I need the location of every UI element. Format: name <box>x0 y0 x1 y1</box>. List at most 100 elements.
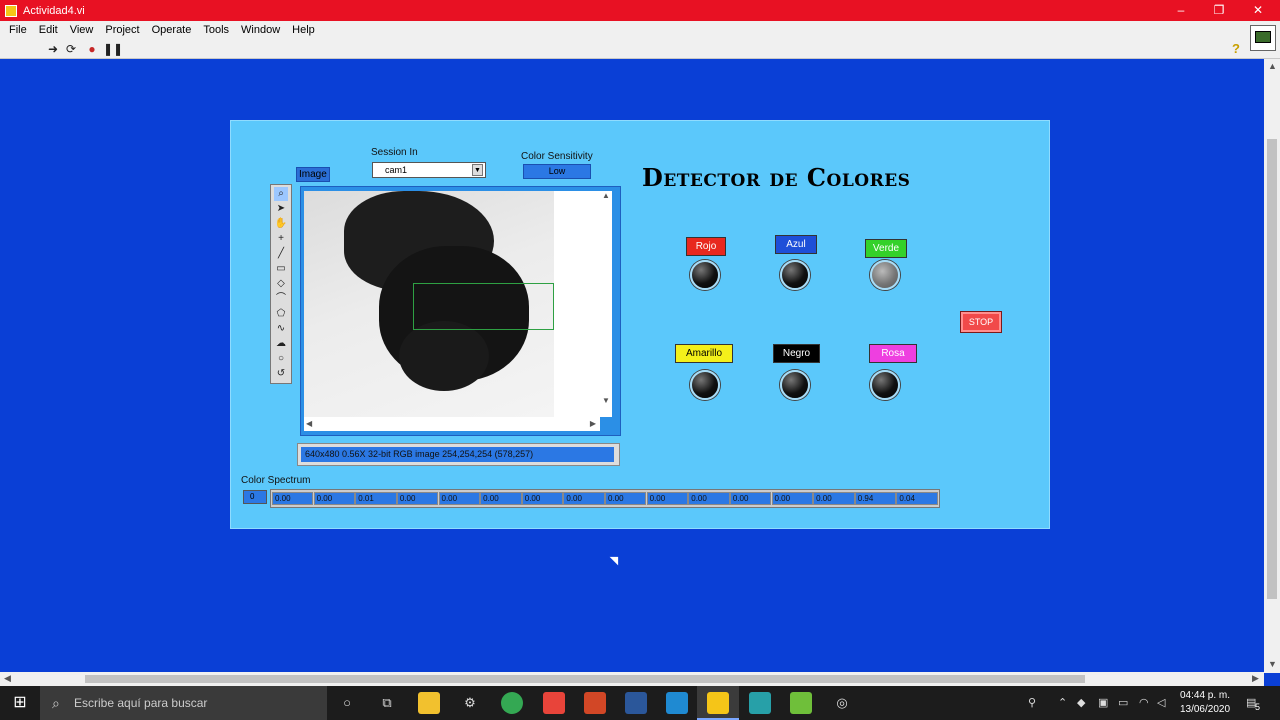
zoom-tool-icon[interactable]: ⌕ <box>274 187 288 201</box>
stop-button[interactable]: STOP <box>960 311 1002 333</box>
vscode-icon[interactable] <box>666 692 688 714</box>
image-display[interactable]: ▲ ▼ ◀ ▶ <box>300 186 621 436</box>
menu-tools[interactable]: Tools <box>197 24 235 36</box>
vertical-scroll-thumb[interactable] <box>1267 139 1277 599</box>
polygon-tool-icon[interactable]: ⬠ <box>274 307 288 321</box>
dropbox-icon[interactable]: ◆ <box>1077 686 1085 720</box>
menu-operate[interactable]: Operate <box>146 24 198 36</box>
chevron-left-icon[interactable]: ◀ <box>306 419 312 428</box>
array-index[interactable]: 0 <box>243 490 267 504</box>
spectrum-cell: 0.00 <box>521 492 564 505</box>
pause-icon[interactable]: ❚❚ <box>103 42 123 56</box>
scroll-up-icon[interactable]: ▲ <box>1268 61 1277 71</box>
oval-tool-icon[interactable]: ○ <box>274 352 288 366</box>
settings-gear-icon[interactable]: ⚙ <box>450 686 490 720</box>
android-studio-icon[interactable] <box>790 692 812 714</box>
image-tool-palette: ⌕ ➤ ✋ + ╱ ▭ ◇ ⌒ ⬠ ∿ ☁ ○ ↺ <box>270 184 292 384</box>
scroll-down-icon[interactable]: ▼ <box>1268 659 1277 669</box>
rojo-label: Rojo <box>686 237 726 256</box>
image-vertical-scrollbar[interactable]: ▲ ▼ <box>600 191 612 417</box>
app-icon[interactable] <box>749 692 771 714</box>
menu-window[interactable]: Window <box>235 24 286 36</box>
chevron-down-icon[interactable]: ▼ <box>600 396 612 405</box>
wifi-icon[interactable]: ◠ <box>1139 686 1149 720</box>
menu-edit[interactable]: Edit <box>33 24 64 36</box>
roi-rectangle[interactable] <box>413 283 554 330</box>
spectrum-cell: 0.00 <box>480 492 522 505</box>
session-in-label: Session In <box>371 147 418 158</box>
amarillo-label: Amarillo <box>675 344 733 363</box>
session-in-value: cam1 <box>385 165 408 175</box>
chevron-right-icon[interactable]: ▶ <box>590 419 596 428</box>
battery-icon[interactable]: ▭ <box>1118 686 1128 720</box>
spectrum-cell: 0.00 <box>813 492 855 505</box>
volume-icon[interactable]: ◁ <box>1157 686 1165 720</box>
menu-file[interactable]: File <box>3 24 33 36</box>
abort-icon[interactable]: ● <box>85 42 99 56</box>
annulus-tool-icon[interactable]: ⌒ <box>274 292 288 306</box>
labview-taskbar-item[interactable] <box>697 686 739 720</box>
session-in-select[interactable]: cam1 ▼ <box>372 162 486 178</box>
rectangle-tool-icon[interactable]: ▭ <box>274 262 288 276</box>
run-arrow-icon[interactable]: ➜ <box>46 42 60 56</box>
scroll-right-icon[interactable]: ▶ <box>1252 673 1259 684</box>
clock-date: 13/06/2020 <box>1179 704 1231 715</box>
point-tool-icon[interactable]: + <box>274 232 288 246</box>
spectrum-cell: 0.00 <box>563 492 605 505</box>
labview-icon <box>707 692 729 714</box>
vertical-scrollbar[interactable]: ▲ ▼ <box>1264 59 1280 673</box>
rojo-led <box>690 260 720 290</box>
spectrum-cell: 0.00 <box>272 492 314 505</box>
taskbar-search-input[interactable]: ⌕ Escribe aquí para buscar <box>40 686 327 720</box>
spectrum-cell: 0.00 <box>438 492 480 505</box>
word-icon[interactable] <box>625 692 647 714</box>
minimize-button[interactable]: – <box>1161 0 1201 21</box>
spectrum-cell: 0.94 <box>854 492 897 505</box>
menu-project[interactable]: Project <box>99 24 145 36</box>
spectrum-cell: 0.00 <box>313 492 356 505</box>
vi-connector-icon[interactable] <box>1250 25 1276 51</box>
color-sensitivity-ring[interactable]: Low <box>523 164 591 179</box>
chrome-icon[interactable] <box>501 692 523 714</box>
search-placeholder: Escribe aquí para buscar <box>74 696 208 710</box>
tray-app-icon[interactable]: ▣ <box>1098 686 1108 720</box>
obs-icon[interactable]: ◎ <box>822 686 862 720</box>
restore-button[interactable]: ❐ <box>1199 0 1239 21</box>
rosa-label: Rosa <box>869 344 917 363</box>
app-icon[interactable] <box>543 692 565 714</box>
people-icon[interactable]: ⚲ <box>1028 686 1036 720</box>
spectrum-cell: 0.00 <box>771 492 813 505</box>
freehand-line-tool-icon[interactable]: ∿ <box>274 322 288 336</box>
menu-help[interactable]: Help <box>286 24 321 36</box>
rotated-rectangle-tool-icon[interactable]: ◇ <box>274 277 288 291</box>
cortana-icon[interactable]: ○ <box>327 686 367 720</box>
powerpoint-icon[interactable] <box>584 692 606 714</box>
close-button[interactable]: ✕ <box>1238 0 1278 21</box>
image-horizontal-scrollbar[interactable]: ◀ ▶ <box>304 417 600 431</box>
image-info-text: 640x480 0.56X 32-bit RGB image 254,254,2… <box>301 447 614 462</box>
freehand-region-tool-icon[interactable]: ☁ <box>274 337 288 351</box>
pointer-tool-icon[interactable]: ➤ <box>274 202 288 216</box>
file-explorer-icon[interactable] <box>418 692 440 714</box>
windows-start-icon[interactable]: ⊞ <box>0 686 40 720</box>
horizontal-scroll-thumb[interactable] <box>85 675 1085 683</box>
scroll-left-icon[interactable]: ◀ <box>4 673 11 684</box>
show-hidden-icons-icon[interactable]: ⌃ <box>1058 686 1067 720</box>
negro-led <box>780 370 810 400</box>
pan-tool-icon[interactable]: ✋ <box>274 217 288 231</box>
notification-count: 5 <box>1255 702 1261 712</box>
horizontal-scrollbar[interactable]: ◀ ▶ <box>0 672 1264 686</box>
chevron-up-icon[interactable]: ▲ <box>600 191 612 200</box>
task-view-icon[interactable]: ⧉ <box>367 686 407 720</box>
chevron-down-icon[interactable]: ▼ <box>472 164 483 176</box>
system-clock[interactable]: 04:44 p. m. 13/06/2020 <box>1170 689 1240 717</box>
labview-vi-icon <box>5 4 17 17</box>
color-spectrum-label: Color Spectrum <box>241 475 311 486</box>
context-help-icon[interactable]: ? <box>1232 41 1246 56</box>
run-continuously-icon[interactable]: ⟳ <box>64 42 78 56</box>
line-tool-icon[interactable]: ╱ <box>274 247 288 261</box>
menu-view[interactable]: View <box>64 24 100 36</box>
spectrum-cell: 0.00 <box>729 492 772 505</box>
polyline-tool-icon[interactable]: ↺ <box>274 367 288 381</box>
camera-image-area[interactable]: ▲ ▼ <box>304 191 612 417</box>
